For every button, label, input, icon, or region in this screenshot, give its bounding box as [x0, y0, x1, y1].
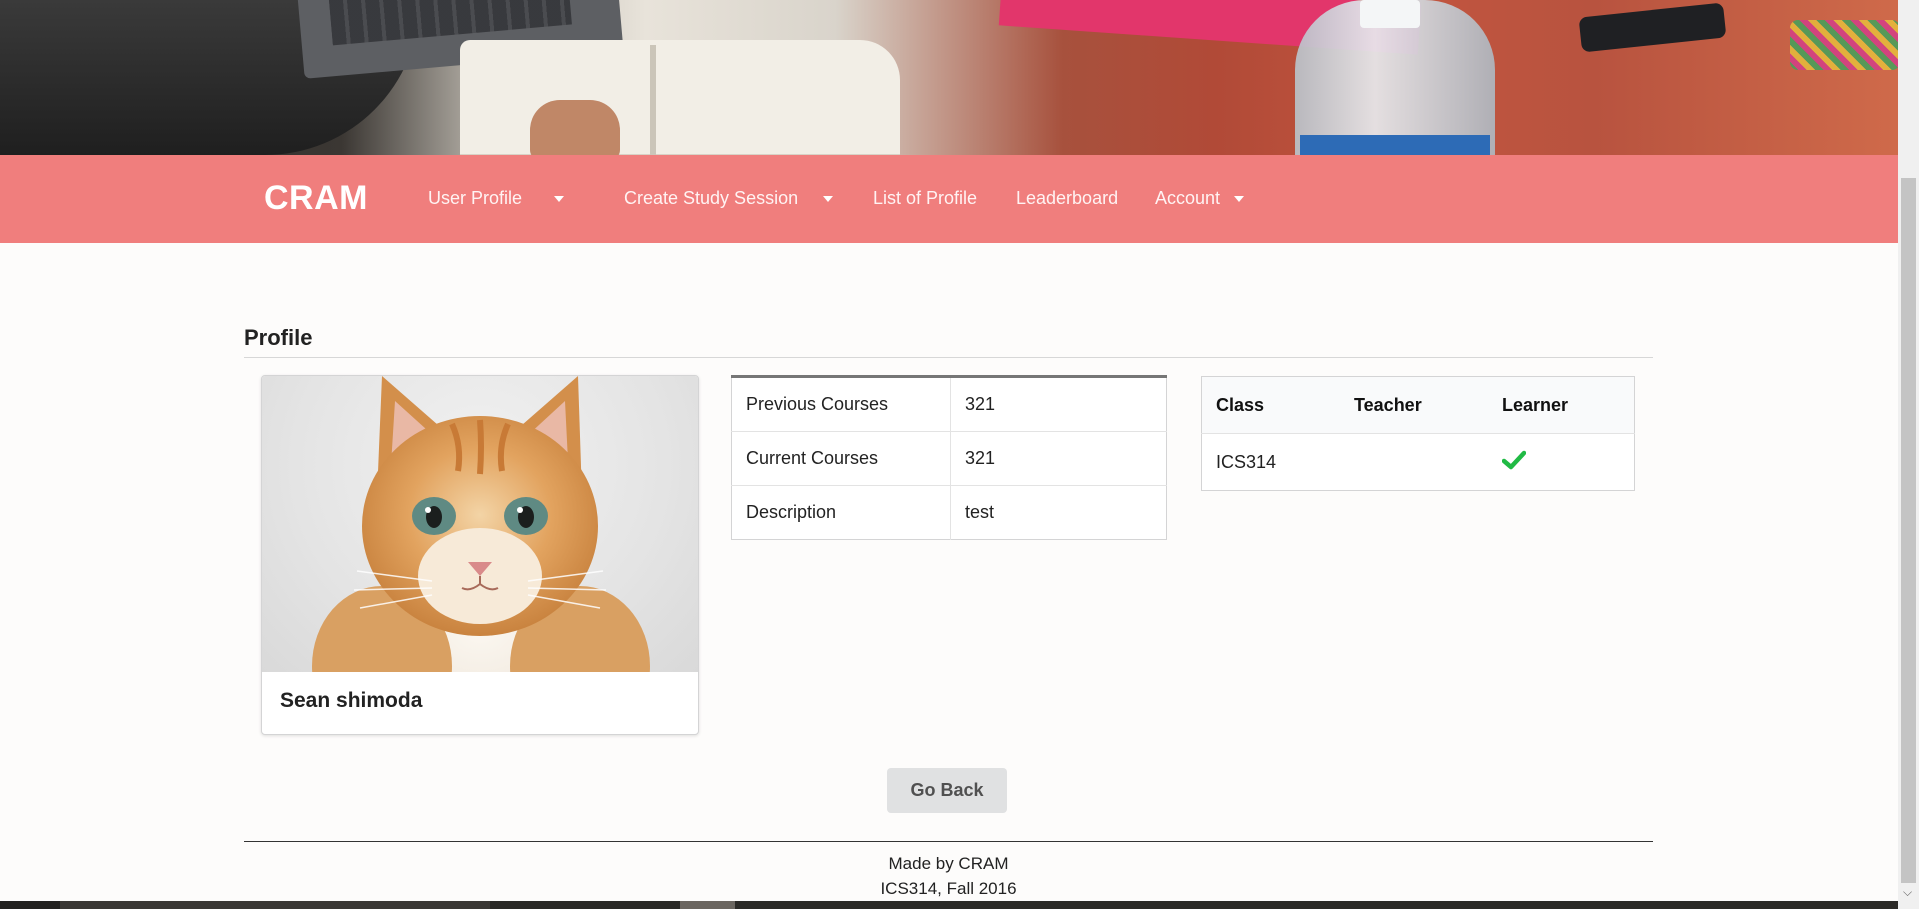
class-cell: ICS314	[1216, 451, 1277, 472]
chevron-down-icon[interactable]	[1234, 196, 1244, 202]
chevron-down-icon[interactable]	[823, 196, 833, 202]
footer-divider	[244, 841, 1653, 842]
hero-hand-shape	[530, 100, 620, 155]
profile-photo	[262, 376, 698, 672]
scroll-down-arrow-icon[interactable]: ⌵	[1903, 885, 1912, 900]
teacher-cell	[1340, 434, 1488, 491]
footer-credit: Made by CRAM	[888, 854, 1009, 873]
nav-item-list-of-profile[interactable]: List of Profile	[873, 188, 977, 209]
top-navbar: CRAM User Profile Create Study Session L…	[0, 155, 1898, 243]
nav-item-user-profile[interactable]: User Profile	[428, 188, 522, 209]
info-value: test	[965, 502, 995, 522]
learner-cell	[1488, 434, 1635, 491]
class-role-table: Class Teacher Learner ICS314	[1201, 376, 1635, 491]
profile-info-table: Previous Courses 321 Current Courses 321…	[731, 375, 1167, 540]
hero-phone-shape	[1578, 2, 1727, 53]
table-row: Current Courses 321	[731, 431, 1167, 486]
brand-logo[interactable]: CRAM	[264, 179, 368, 218]
table-row: ICS314	[1202, 434, 1635, 491]
nav-item-leaderboard[interactable]: Leaderboard	[1016, 188, 1118, 209]
page-title: Profile	[244, 325, 313, 350]
vertical-scrollbar[interactable]: ⌵	[1898, 0, 1919, 909]
profile-card: Sean shimoda	[261, 375, 699, 735]
check-icon	[1501, 450, 1527, 469]
page-bottom-strip	[0, 901, 1898, 909]
column-header-learner: Learner	[1488, 376, 1635, 434]
column-header-class: Class	[1201, 376, 1340, 434]
hero-banner-image	[0, 0, 1898, 155]
info-key: Description	[731, 485, 951, 540]
chevron-down-icon[interactable]	[554, 196, 564, 202]
info-key: Previous Courses	[731, 376, 951, 432]
info-value: 321	[950, 431, 1167, 486]
kitten-image	[312, 376, 650, 672]
scrollbar-thumb[interactable]	[1901, 178, 1916, 883]
column-header-teacher: Teacher	[1340, 376, 1488, 434]
info-value: 321	[950, 376, 1167, 432]
info-key: Current Courses	[731, 431, 951, 486]
hero-book-shape	[460, 40, 900, 155]
hero-pouch-shape	[1790, 20, 1898, 70]
table-row: Previous Courses 321	[731, 376, 1167, 432]
go-back-button[interactable]: Go Back	[887, 768, 1007, 813]
footer-course: ICS314, Fall 2016	[880, 879, 1017, 898]
nav-item-account[interactable]: Account	[1155, 188, 1220, 209]
section-divider	[244, 357, 1653, 358]
nav-item-create-study-session[interactable]: Create Study Session	[624, 188, 798, 209]
table-row: Description test	[731, 485, 1167, 540]
hero-bottle-cap-shape	[1360, 0, 1420, 28]
table-header-row: Class Teacher Learner	[1201, 376, 1635, 434]
hero-book-spine-shape	[650, 45, 656, 155]
hero-bottle-label-shape	[1300, 135, 1490, 155]
profile-name: Sean shimoda	[280, 689, 423, 712]
